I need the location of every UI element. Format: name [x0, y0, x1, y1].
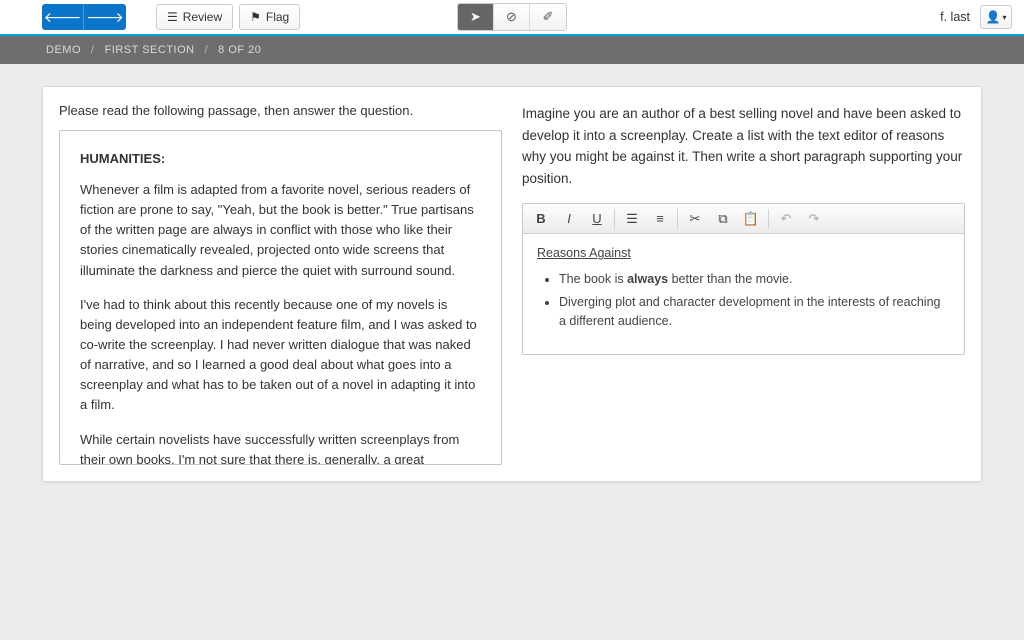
breadcrumb-position: 8 OF 20	[218, 44, 261, 56]
passage-paragraph: Whenever a film is adapted from a favori…	[80, 180, 481, 281]
arrow-left-icon: 🡐	[44, 9, 82, 26]
breadcrumb-bar: DEMO / FIRST SECTION / 8 OF 20	[0, 36, 1024, 64]
top-toolbar: 🡐 🡒 ☰ Review ⚑ Flag ➤ ⊘ ✐ f. last 👤▾	[0, 0, 1024, 36]
instruction-text: Please read the following passage, then …	[59, 103, 502, 118]
user-icon: 👤	[986, 10, 1001, 24]
list-item: The book is always better than the movie…	[559, 270, 950, 289]
editor-content[interactable]: Reasons Against The book is always bette…	[523, 234, 964, 354]
page-wrap: Please read the following passage, then …	[0, 64, 1024, 504]
pointer-tool-button[interactable]: ➤	[458, 4, 494, 30]
bullet-list-button[interactable]: ☰	[618, 207, 646, 231]
redo-icon: ↷	[809, 211, 820, 227]
cut-button[interactable]: ✂	[681, 207, 709, 231]
caret-down-icon: ▾	[1002, 13, 1006, 22]
user-area: f. last 👤▾	[940, 5, 1012, 29]
list-icon: ☰	[167, 10, 178, 24]
flag-button[interactable]: ⚑ Flag	[239, 4, 300, 30]
question-prompt: Imagine you are an author of a best sell…	[522, 103, 965, 189]
erase-icon: ⊘	[506, 9, 517, 25]
next-button[interactable]: 🡒	[84, 4, 126, 30]
number-list-button[interactable]: ≡	[646, 207, 674, 231]
paste-icon: 📋	[743, 211, 759, 227]
wand-icon: ✐	[543, 9, 554, 25]
bold-icon: B	[536, 211, 545, 226]
username-label: f. last	[940, 10, 970, 24]
copy-icon: ⧉	[718, 211, 727, 227]
underline-icon: U	[592, 211, 601, 226]
redo-button[interactable]: ↷	[800, 207, 828, 231]
pointer-icon: ➤	[470, 9, 481, 25]
rich-text-editor: B I U ☰ ≡ ✂ ⧉ 📋 ↶ ↷ Reasons Against	[522, 203, 965, 355]
response-pane: Imagine you are an author of a best sell…	[522, 103, 965, 465]
flag-label: Flag	[266, 10, 289, 24]
breadcrumb-root[interactable]: DEMO	[46, 44, 81, 56]
number-list-icon: ≡	[656, 211, 664, 226]
breadcrumb-sep: /	[205, 44, 209, 56]
paste-button[interactable]: 📋	[737, 207, 765, 231]
highlight-tool-button[interactable]: ✐	[530, 4, 566, 30]
italic-button[interactable]: I	[555, 207, 583, 231]
passage-scrollbox[interactable]: HUMANITIES: Whenever a film is adapted f…	[59, 130, 502, 465]
passage-heading: HUMANITIES:	[80, 151, 481, 166]
cut-icon: ✂	[690, 211, 701, 227]
erase-tool-button[interactable]: ⊘	[494, 4, 530, 30]
passage-pane: Please read the following passage, then …	[59, 103, 502, 465]
passage-paragraph: I've had to think about this recently be…	[80, 295, 481, 416]
response-list: The book is always better than the movie…	[559, 270, 950, 330]
underline-button[interactable]: U	[583, 207, 611, 231]
list-item: Diverging plot and character development…	[559, 293, 950, 331]
annotation-tool-group: ➤ ⊘ ✐	[457, 3, 567, 31]
undo-icon: ↶	[781, 211, 792, 227]
copy-button[interactable]: ⧉	[709, 207, 737, 231]
response-heading: Reasons Against	[537, 246, 631, 260]
prev-button[interactable]: 🡐	[42, 4, 84, 30]
bold-button[interactable]: B	[527, 207, 555, 231]
bullet-list-icon: ☰	[626, 211, 638, 227]
toolbar-separator	[677, 209, 678, 229]
editor-toolbar: B I U ☰ ≡ ✂ ⧉ 📋 ↶ ↷	[523, 204, 964, 234]
breadcrumb-sep: /	[91, 44, 95, 56]
question-card: Please read the following passage, then …	[42, 86, 982, 482]
review-button[interactable]: ☰ Review	[156, 4, 233, 30]
toolbar-separator	[768, 209, 769, 229]
nav-arrow-group: 🡐 🡒	[42, 4, 126, 30]
passage-paragraph: While certain novelists have successfull…	[80, 430, 481, 465]
flag-icon: ⚑	[250, 10, 261, 24]
review-label: Review	[183, 10, 222, 24]
toolbar-separator	[614, 209, 615, 229]
user-menu-button[interactable]: 👤▾	[980, 5, 1012, 29]
italic-icon: I	[567, 211, 571, 226]
breadcrumb-section[interactable]: FIRST SECTION	[105, 44, 195, 56]
undo-button[interactable]: ↶	[772, 207, 800, 231]
arrow-right-icon: 🡒	[86, 9, 124, 26]
